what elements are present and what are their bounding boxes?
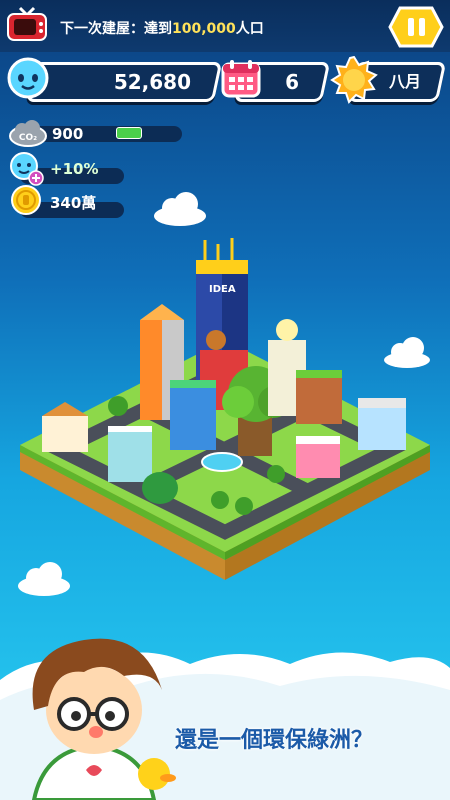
island-city[interactable]: IDEA — [0, 230, 450, 590]
coins-value: 340萬 — [50, 194, 97, 212]
goal-suffix: 人口 — [235, 21, 264, 37]
idea-sign: IDEA — [209, 284, 236, 295]
banner-caption: 還是一個環保綠洲？ — [175, 728, 374, 753]
coin-icon — [11, 185, 41, 215]
cloud-decoration — [154, 192, 206, 226]
calendar-icon — [221, 60, 261, 98]
next-building-goal: 下一次建屋：達到100,000人口 — [60, 18, 264, 38]
co2-cloud-icon: CO₂ — [9, 120, 47, 147]
co2-meter-fill — [116, 127, 142, 139]
sun-icon — [330, 56, 378, 104]
happy-citizen-plus-icon — [10, 152, 44, 186]
co2-label: CO₂ — [19, 133, 37, 143]
population-counter: 52,680 — [25, 62, 223, 102]
tv-icon[interactable] — [6, 6, 48, 42]
goal-prefix: 下一次建屋：達到 — [60, 21, 172, 37]
scientist-mascot-character — [31, 638, 176, 800]
citizen-face-icon — [7, 57, 49, 99]
co2-value: 900 — [52, 125, 84, 143]
population-value: 52,680 — [113, 70, 191, 94]
pause-button[interactable] — [388, 6, 444, 48]
happiness-bonus: +10% — [50, 160, 99, 178]
goal-number: 100,000 — [172, 21, 236, 37]
